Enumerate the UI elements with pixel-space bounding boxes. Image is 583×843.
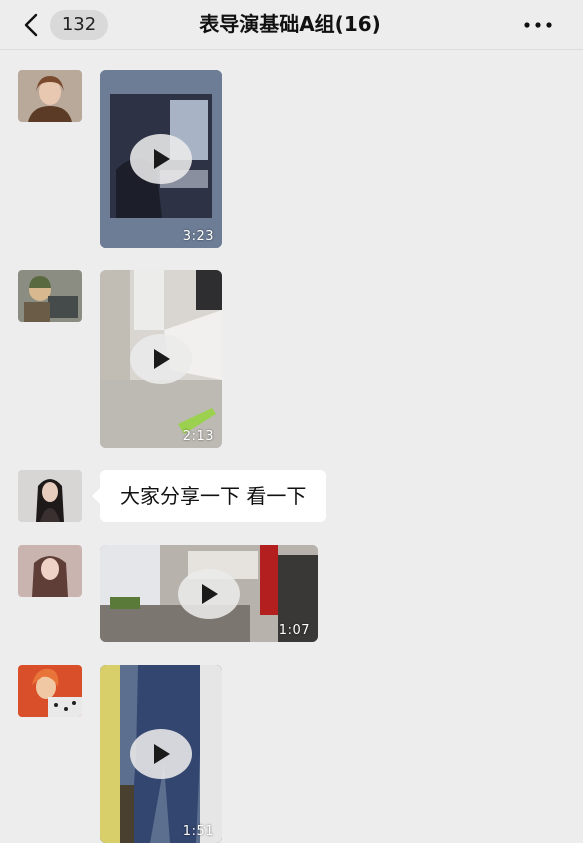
video-message[interactable]: 3:23 [100,70,222,248]
play-button[interactable] [130,334,192,384]
chat-header: 132 表导演基础A组(16) [0,0,583,50]
play-button[interactable] [130,134,192,184]
play-button[interactable] [178,569,240,619]
play-icon [154,149,170,169]
play-icon [154,744,170,764]
video-message[interactable]: 1:07 [100,545,318,642]
avatar[interactable] [18,545,82,597]
avatar[interactable] [18,470,82,522]
back-button[interactable]: 132 [22,10,112,40]
play-icon [154,349,170,369]
play-button[interactable] [130,729,192,779]
more-button[interactable] [520,12,556,38]
avatar[interactable] [18,270,82,322]
video-message[interactable]: 2:13 [100,270,222,448]
video-duration: 1:51 [182,824,214,839]
text-message-bubble[interactable]: 大家分享一下 看一下 [91,470,327,522]
chat-title: 表导演基础A组(16) [199,12,381,36]
video-duration: 2:13 [182,429,214,444]
unread-count-badge: 132 [50,10,108,40]
avatar[interactable] [18,70,82,122]
more-dots-icon [524,22,552,28]
play-icon [202,584,218,604]
video-duration: 1:07 [278,623,310,638]
video-duration: 3:23 [182,229,214,244]
video-message[interactable]: 1:51 [100,665,222,843]
chevron-left-icon [24,13,38,37]
avatar[interactable] [18,665,82,717]
